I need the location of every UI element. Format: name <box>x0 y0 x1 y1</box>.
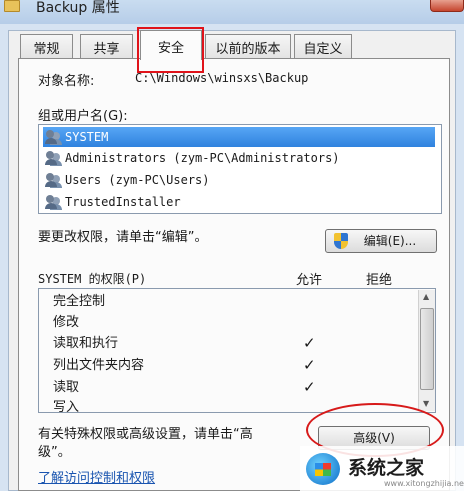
list-item-label: Users (zym-PC\Users) <box>65 173 210 187</box>
advanced-hint-line1: 有关特殊权限或高级设置，请单击“高 <box>38 427 253 442</box>
list-item-label: Administrators (zym-PC\Administrators) <box>65 151 340 165</box>
permission-name: 读取和执行 <box>53 336 119 351</box>
permission-name: 读取 <box>53 380 80 395</box>
advanced-button-label: 高级(V) <box>353 431 395 445</box>
list-item-label: SYSTEM <box>65 130 109 144</box>
deny-header: 拒绝 <box>366 273 393 288</box>
permission-name: 列出文件夹内容 <box>53 358 145 373</box>
groups-label: 组或用户名(G): <box>38 109 128 124</box>
scroll-down-icon[interactable]: ▼ <box>423 399 429 408</box>
permission-row: 读取和执行 <box>53 333 118 354</box>
allow-header: 允许 <box>296 273 323 288</box>
watermark: 系统之家 www.xitongzhijia.net <box>300 446 464 491</box>
allow-check: ✓ <box>303 334 316 352</box>
user-group-icon <box>45 195 61 209</box>
scroll-thumb[interactable] <box>420 308 434 390</box>
list-item-label: TrustedInstaller <box>65 195 181 209</box>
user-group-icon <box>45 151 61 165</box>
permission-name: 写入 <box>53 400 80 413</box>
advanced-hint-line2: 级”。 <box>38 445 71 460</box>
permission-name: 完全控制 <box>53 294 106 309</box>
permission-row: 列出文件夹内容 <box>53 355 144 376</box>
permissions-title: SYSTEM 的权限(P) <box>38 272 147 286</box>
list-item-administrators[interactable]: Administrators (zym-PC\Administrators) <box>43 148 435 168</box>
object-path: C:\Windows\winsxs\Backup <box>135 71 309 85</box>
user-group-icon <box>45 130 61 144</box>
permission-name: 修改 <box>53 315 80 330</box>
list-item-trustedinstaller[interactable]: TrustedInstaller <box>43 192 435 212</box>
watermark-text: 系统之家 <box>348 457 425 479</box>
xitongzhijia-logo-icon <box>306 453 340 485</box>
permissions-scrollbar[interactable]: ▲ ▼ <box>418 290 435 411</box>
permissions-list: 完全控制 修改 读取和执行 ✓ 列出文件夹内容 ✓ 读取 ✓ 写入 <box>38 288 436 413</box>
user-group-icon <box>45 173 61 187</box>
object-name-label: 对象名称: <box>38 74 95 89</box>
uac-shield-icon <box>334 233 348 249</box>
permission-row: 读取 <box>53 377 79 398</box>
list-item-users[interactable]: Users (zym-PC\Users) <box>43 170 435 190</box>
permission-row: 写入 <box>53 397 80 413</box>
list-item-system[interactable]: SYSTEM <box>43 127 435 147</box>
allow-check: ✓ <box>303 356 316 374</box>
permission-row: 修改 <box>53 312 79 333</box>
learn-access-control-link[interactable]: 了解访问控制和权限 <box>38 467 155 486</box>
edit-button[interactable]: 编辑(E)... <box>325 229 437 253</box>
permission-row: 完全控制 <box>53 291 105 312</box>
watermark-url: www.xitongzhijia.net <box>384 479 464 488</box>
edit-hint: 要更改权限，请单击“编辑”。 <box>38 230 208 245</box>
scroll-up-icon[interactable]: ▲ <box>423 292 429 301</box>
groups-listbox[interactable]: SYSTEM Administrators (zym-PC\Administra… <box>38 124 442 214</box>
panel-content: 对象名称: C:\Windows\winsxs\Backup 组或用户名(G):… <box>0 0 464 491</box>
allow-check: ✓ <box>303 378 316 396</box>
edit-button-label: 编辑(E)... <box>363 234 417 248</box>
